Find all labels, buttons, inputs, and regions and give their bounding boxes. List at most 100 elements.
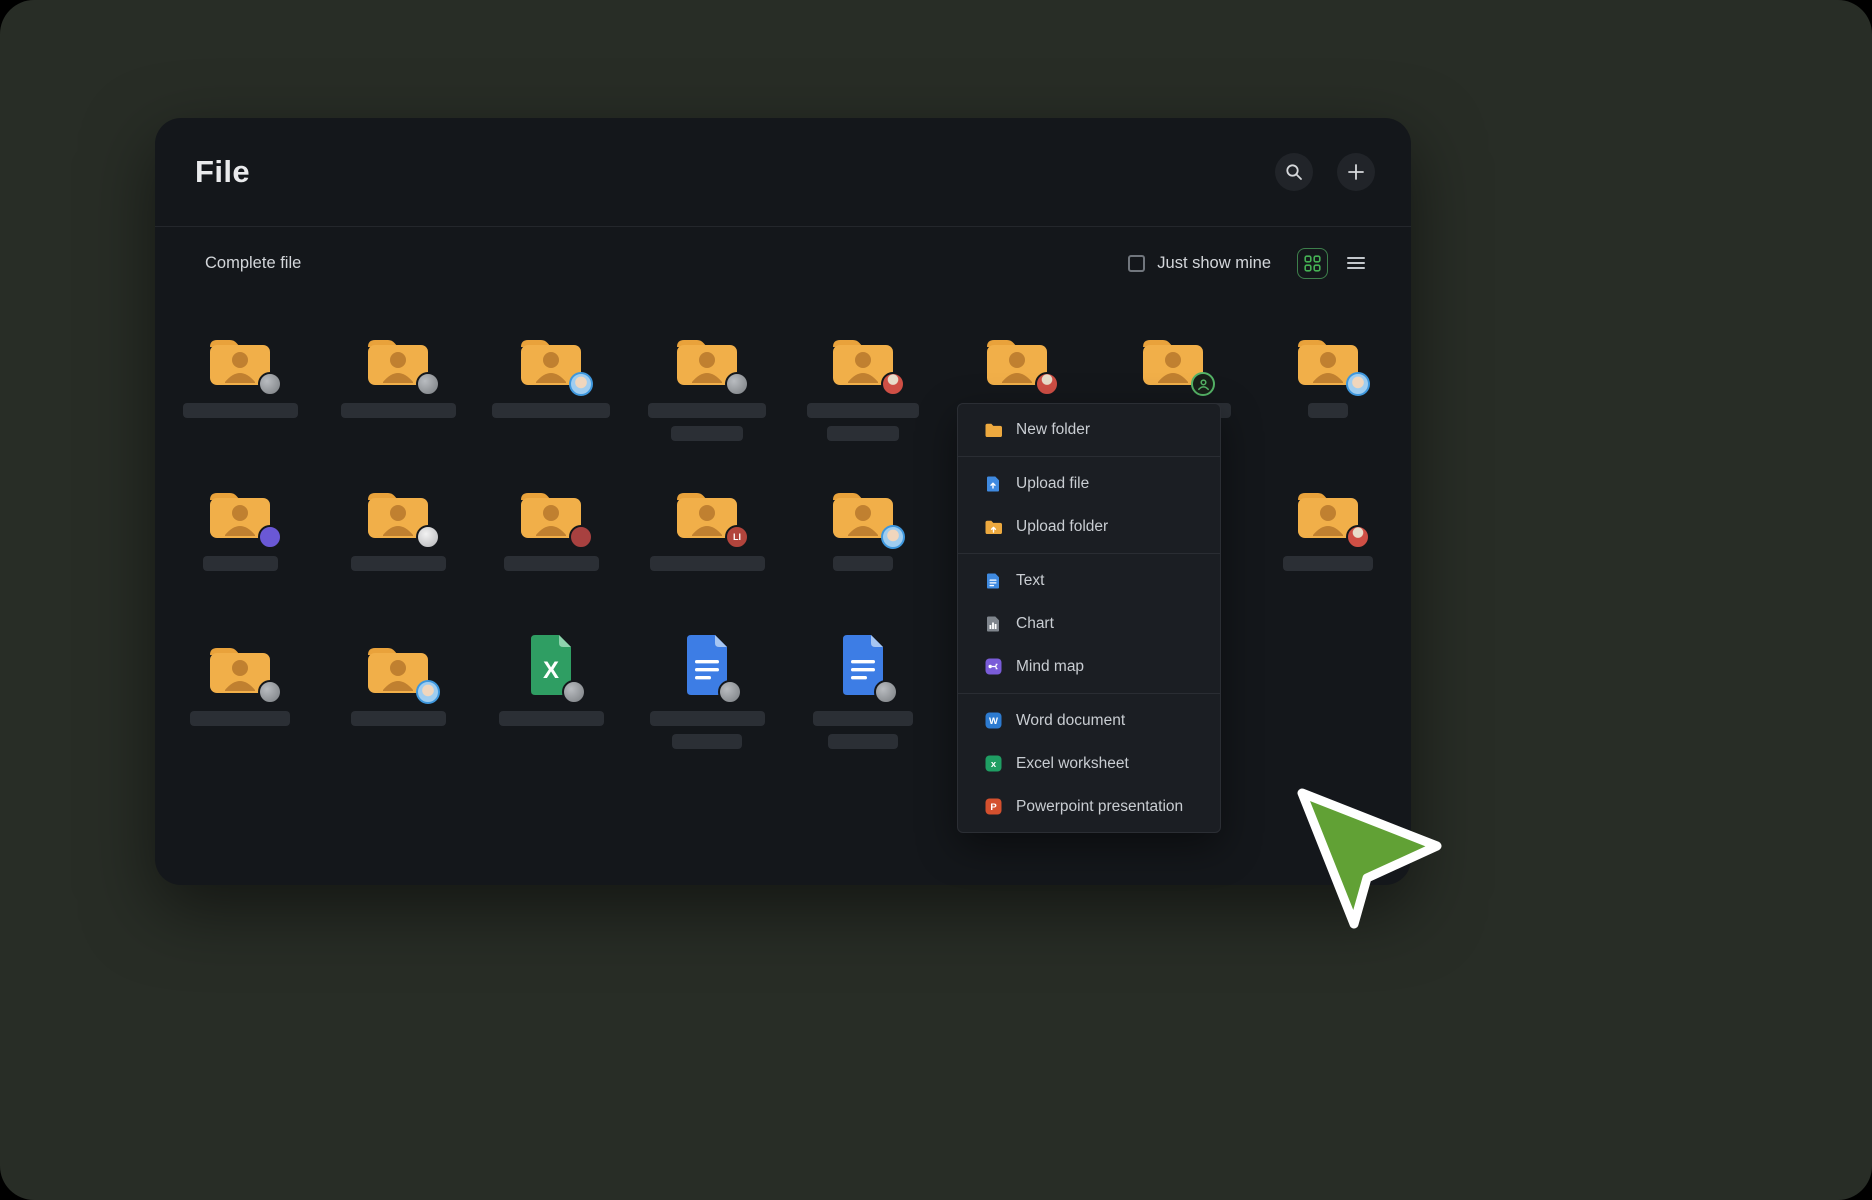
doc-item[interactable] (788, 633, 938, 749)
menu-item-excel-worksheet[interactable]: x Excel worksheet (958, 742, 1220, 785)
folder-icon (1295, 478, 1361, 542)
menu-divider (958, 456, 1220, 457)
file-name-placeholder (1283, 556, 1373, 571)
context-menu: New folder Upload file Upload folder TextCh… (957, 403, 1221, 833)
file-name-placeholder (807, 403, 919, 418)
menu-item-label: Mind map (1016, 658, 1084, 676)
file-name-placeholder (650, 556, 765, 571)
folder-item[interactable] (165, 325, 315, 418)
file-name-placeholder-group (650, 556, 765, 571)
folder-item[interactable] (1253, 325, 1403, 418)
avatar-badge-shared (1191, 372, 1215, 396)
page-title: File (195, 154, 250, 190)
folder-icon (1140, 325, 1206, 389)
folder-item[interactable]: LI (632, 478, 782, 571)
text-icon (982, 572, 1004, 590)
file-name-placeholder (648, 403, 766, 418)
menu-item-upload-folder[interactable]: Upload folder (958, 505, 1220, 548)
svg-text:x: x (990, 759, 996, 770)
svg-text:W: W (989, 716, 998, 727)
grid-view-button[interactable] (1297, 248, 1328, 279)
avatar-badge-li: LI (725, 525, 749, 549)
avatar-badge-purple (258, 525, 282, 549)
file-name-placeholder-group (499, 711, 604, 726)
menu-item-powerpoint-presentation[interactable]: P Powerpoint presentation (958, 785, 1220, 828)
file-name-placeholder-group (807, 403, 919, 441)
file-upload-icon (982, 475, 1004, 493)
folder-icon (365, 478, 431, 542)
file-name-placeholder-group (650, 711, 765, 749)
toolbar: Complete file Just show mine (155, 227, 1411, 299)
folder-item[interactable] (788, 478, 938, 571)
avatar-badge-gray (416, 372, 440, 396)
doc-item[interactable] (632, 633, 782, 749)
file-name-placeholder-group (648, 403, 766, 441)
file-name-placeholder (183, 403, 298, 418)
just-show-mine-label[interactable]: Just show mine (1157, 254, 1271, 273)
list-view-icon (1347, 256, 1365, 270)
folder-item[interactable] (476, 478, 626, 571)
doc-icon (681, 633, 733, 697)
file-name-placeholder (203, 556, 278, 571)
folder-icon (830, 478, 896, 542)
menu-item-word-document[interactable]: W Word document (958, 699, 1220, 742)
file-name-placeholder (351, 556, 446, 571)
add-button[interactable] (1337, 153, 1375, 191)
file-name-placeholder-group (351, 556, 446, 571)
folder-item[interactable] (476, 325, 626, 418)
avatar-badge-gray (258, 372, 282, 396)
file-name-placeholder (671, 426, 743, 441)
avatar-badge-gray (562, 680, 586, 704)
toolbar-right: Just show mine (1128, 248, 1371, 279)
just-show-mine-checkbox[interactable] (1128, 255, 1145, 272)
file-name-placeholder (492, 403, 610, 418)
menu-item-mind-map[interactable]: Mind map (958, 645, 1220, 688)
folder-item[interactable] (323, 325, 473, 418)
avatar-badge-boy (569, 372, 593, 396)
ppt-icon: P (982, 798, 1004, 815)
file-name-placeholder-group (504, 556, 599, 571)
avatar-badge-red (569, 525, 593, 549)
menu-item-label: Word document (1016, 712, 1125, 730)
file-name-placeholder (650, 711, 765, 726)
folder-item[interactable] (632, 325, 782, 441)
menu-item-chart[interactable]: Chart (958, 602, 1220, 645)
folder-item[interactable] (1253, 478, 1403, 571)
list-view-button[interactable] (1340, 248, 1371, 279)
menu-item-label: Excel worksheet (1016, 755, 1129, 773)
folder-icon (518, 478, 584, 542)
file-name-placeholder-group (341, 403, 456, 418)
file-name-placeholder-group (351, 711, 446, 726)
avatar-badge-cat (416, 525, 440, 549)
file-name-placeholder (827, 426, 899, 441)
folder-item[interactable] (788, 325, 938, 441)
file-name-placeholder (341, 403, 456, 418)
folder-item[interactable] (323, 478, 473, 571)
menu-item-text[interactable]: Text (958, 559, 1220, 602)
file-name-placeholder-group (813, 711, 913, 749)
folder-item[interactable] (165, 478, 315, 571)
excel-icon: X (525, 633, 577, 697)
menu-item-new-folder[interactable]: New folder (958, 408, 1220, 451)
file-name-placeholder (351, 711, 446, 726)
folder-item[interactable] (323, 633, 473, 726)
file-name-placeholder-group (833, 556, 893, 571)
folder-icon (984, 325, 1050, 389)
excel-icon: x (982, 755, 1004, 772)
mindmap-icon (982, 658, 1004, 675)
folder-item[interactable] (165, 633, 315, 726)
search-icon (1285, 163, 1303, 181)
folder-icon (830, 325, 896, 389)
menu-item-label: Powerpoint presentation (1016, 798, 1183, 816)
file-manager-window: File Complete file (155, 118, 1411, 885)
folder-icon (207, 325, 273, 389)
menu-item-label: Upload folder (1016, 518, 1108, 536)
menu-divider (958, 553, 1220, 554)
avatar-badge-gray (258, 680, 282, 704)
menu-item-upload-file[interactable]: Upload file (958, 462, 1220, 505)
file-name-placeholder (1308, 403, 1348, 418)
excel-item[interactable]: X (476, 633, 626, 726)
search-button[interactable] (1275, 153, 1313, 191)
avatar-badge-boy (881, 525, 905, 549)
folder-icon: LI (674, 478, 740, 542)
